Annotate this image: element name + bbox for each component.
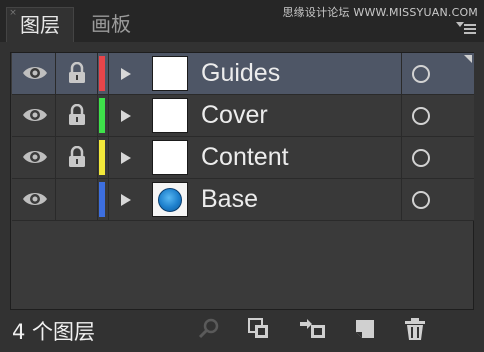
eye-icon[interactable] bbox=[22, 64, 48, 82]
expand-triangle-icon[interactable] bbox=[120, 192, 132, 206]
layer-color-swatch bbox=[99, 98, 105, 133]
tab-artboards[interactable]: 画板 bbox=[78, 7, 144, 42]
layer-name[interactable]: Content bbox=[201, 137, 391, 178]
expand-triangle-icon[interactable] bbox=[120, 108, 132, 122]
layer-count-label: 4 个图层 bbox=[12, 320, 96, 344]
create-new-sublayer-icon[interactable] bbox=[352, 316, 378, 342]
close-icon[interactable]: × bbox=[7, 8, 19, 18]
tab-bar: × 图层 画板 思缘设计论坛 WWW.MISSYUAN.COM bbox=[0, 0, 484, 42]
layer-thumbnail bbox=[152, 56, 188, 91]
target-circle-icon[interactable] bbox=[412, 107, 430, 125]
eye-icon[interactable] bbox=[22, 148, 48, 166]
expand-triangle-icon[interactable] bbox=[120, 66, 132, 80]
layer-row-cover[interactable]: Cover bbox=[12, 95, 474, 137]
blue-circle-thumbnail bbox=[158, 188, 182, 212]
layer-thumbnail bbox=[152, 98, 188, 133]
collect-for-export-icon[interactable] bbox=[246, 316, 272, 342]
layer-color-swatch bbox=[99, 56, 105, 91]
tab-layers[interactable]: × 图层 bbox=[6, 7, 74, 42]
target-circle-icon[interactable] bbox=[412, 191, 430, 209]
watermark-text: 思缘设计论坛 WWW.MISSYUAN.COM bbox=[282, 6, 478, 19]
lock-icon[interactable] bbox=[67, 61, 87, 84]
layer-color-swatch bbox=[99, 140, 105, 175]
layer-name[interactable]: Base bbox=[201, 179, 391, 220]
layer-thumbnail bbox=[152, 182, 188, 217]
layer-row-base[interactable]: Base bbox=[12, 179, 474, 221]
selection-corner-indicator bbox=[464, 55, 472, 63]
make-clipping-mask-icon[interactable] bbox=[298, 316, 325, 342]
delete-layer-icon[interactable] bbox=[402, 316, 428, 342]
layers-panel: × 图层 画板 思缘设计论坛 WWW.MISSYUAN.COM Guides C… bbox=[0, 0, 484, 352]
panel-menu-icon[interactable] bbox=[456, 22, 476, 36]
layer-color-swatch bbox=[99, 182, 105, 217]
eye-icon[interactable] bbox=[22, 190, 48, 208]
layer-row-guides[interactable]: Guides bbox=[12, 53, 474, 95]
lock-toggle-empty[interactable] bbox=[56, 179, 97, 220]
search-icon[interactable] bbox=[196, 316, 222, 342]
target-circle-icon[interactable] bbox=[412, 65, 430, 83]
layer-list: Guides Cover Content Base bbox=[10, 52, 474, 310]
tab-artboards-label: 画板 bbox=[91, 12, 131, 36]
tab-layers-label: 图层 bbox=[20, 13, 60, 37]
layer-thumbnail bbox=[152, 140, 188, 175]
layer-name[interactable]: Guides bbox=[201, 53, 391, 94]
expand-triangle-icon[interactable] bbox=[120, 150, 132, 164]
layer-name[interactable]: Cover bbox=[201, 95, 391, 136]
target-circle-icon[interactable] bbox=[412, 149, 430, 167]
lock-icon[interactable] bbox=[67, 103, 87, 126]
lock-icon[interactable] bbox=[67, 145, 87, 168]
eye-icon[interactable] bbox=[22, 106, 48, 124]
layer-row-content[interactable]: Content bbox=[12, 137, 474, 179]
